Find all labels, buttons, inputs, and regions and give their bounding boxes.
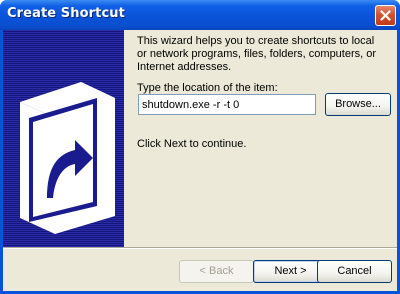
close-icon: [380, 10, 391, 21]
intro-text: This wizard helps you to create shortcut…: [137, 35, 377, 73]
create-shortcut-window: Create Shortcut This wizard helps you to…: [0, 0, 400, 294]
wizard-body: This wizard helps you to create shortcut…: [3, 30, 397, 291]
separator-line: [3, 247, 397, 249]
back-button[interactable]: < Back: [179, 260, 254, 283]
location-input[interactable]: [138, 94, 316, 115]
next-hint-text: Click Next to continue.: [137, 138, 247, 150]
window-title: Create Shortcut: [7, 6, 125, 21]
cancel-button[interactable]: Cancel: [317, 260, 392, 283]
browse-button[interactable]: Browse...: [325, 93, 391, 116]
title-bar[interactable]: Create Shortcut: [0, 0, 400, 30]
shortcut-arrow-icon: [20, 82, 115, 234]
wizard-side-panel: [3, 30, 124, 247]
close-button[interactable]: [375, 5, 396, 26]
location-label: Type the location of the item:: [137, 82, 278, 94]
